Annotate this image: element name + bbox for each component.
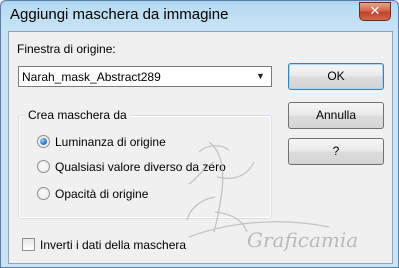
radio-button-opacity[interactable] (37, 187, 50, 200)
close-button[interactable]: ✕ (359, 2, 391, 21)
help-button[interactable]: ? (288, 138, 384, 165)
close-icon: ✕ (369, 4, 381, 19)
radio-label-luminance: Luminanza di origine (55, 135, 166, 149)
radio-label-opacity: Opacità di origine (55, 187, 149, 201)
chevron-down-icon[interactable]: ▼ (253, 69, 268, 84)
mask-source-group: Crea maschera da Luminanza di origine Qu… (18, 108, 272, 219)
invert-mask-checkbox[interactable] (22, 238, 35, 251)
invert-mask-label: Inverti i dati della maschera (40, 238, 187, 252)
source-window-label: Finestra di origine: (17, 42, 116, 56)
mask-source-group-legend: Crea maschera da (25, 108, 130, 122)
title-bar[interactable]: Aggiungi maschera da immagine ✕ (1, 1, 398, 31)
watermark-text: Graficamia (247, 228, 358, 252)
source-window-dropdown[interactable]: Narah_mask_Abstract289 ▼ (18, 66, 272, 87)
ok-button[interactable]: OK (288, 63, 384, 90)
source-window-value: Narah_mask_Abstract289 (22, 70, 161, 84)
radio-button-nonzero[interactable] (37, 160, 50, 173)
window-title: Aggiungi maschera da immagine (10, 6, 229, 23)
radio-button-luminance[interactable] (37, 135, 50, 148)
radio-label-nonzero: Qualsiasi valore diverso da zero (55, 160, 226, 174)
dialog-window: Aggiungi maschera da immagine ✕ Finestra… (0, 0, 399, 268)
dialog-body: Finestra di origine: Narah_mask_Abstract… (8, 31, 393, 264)
cancel-button[interactable]: Annulla (288, 102, 384, 129)
